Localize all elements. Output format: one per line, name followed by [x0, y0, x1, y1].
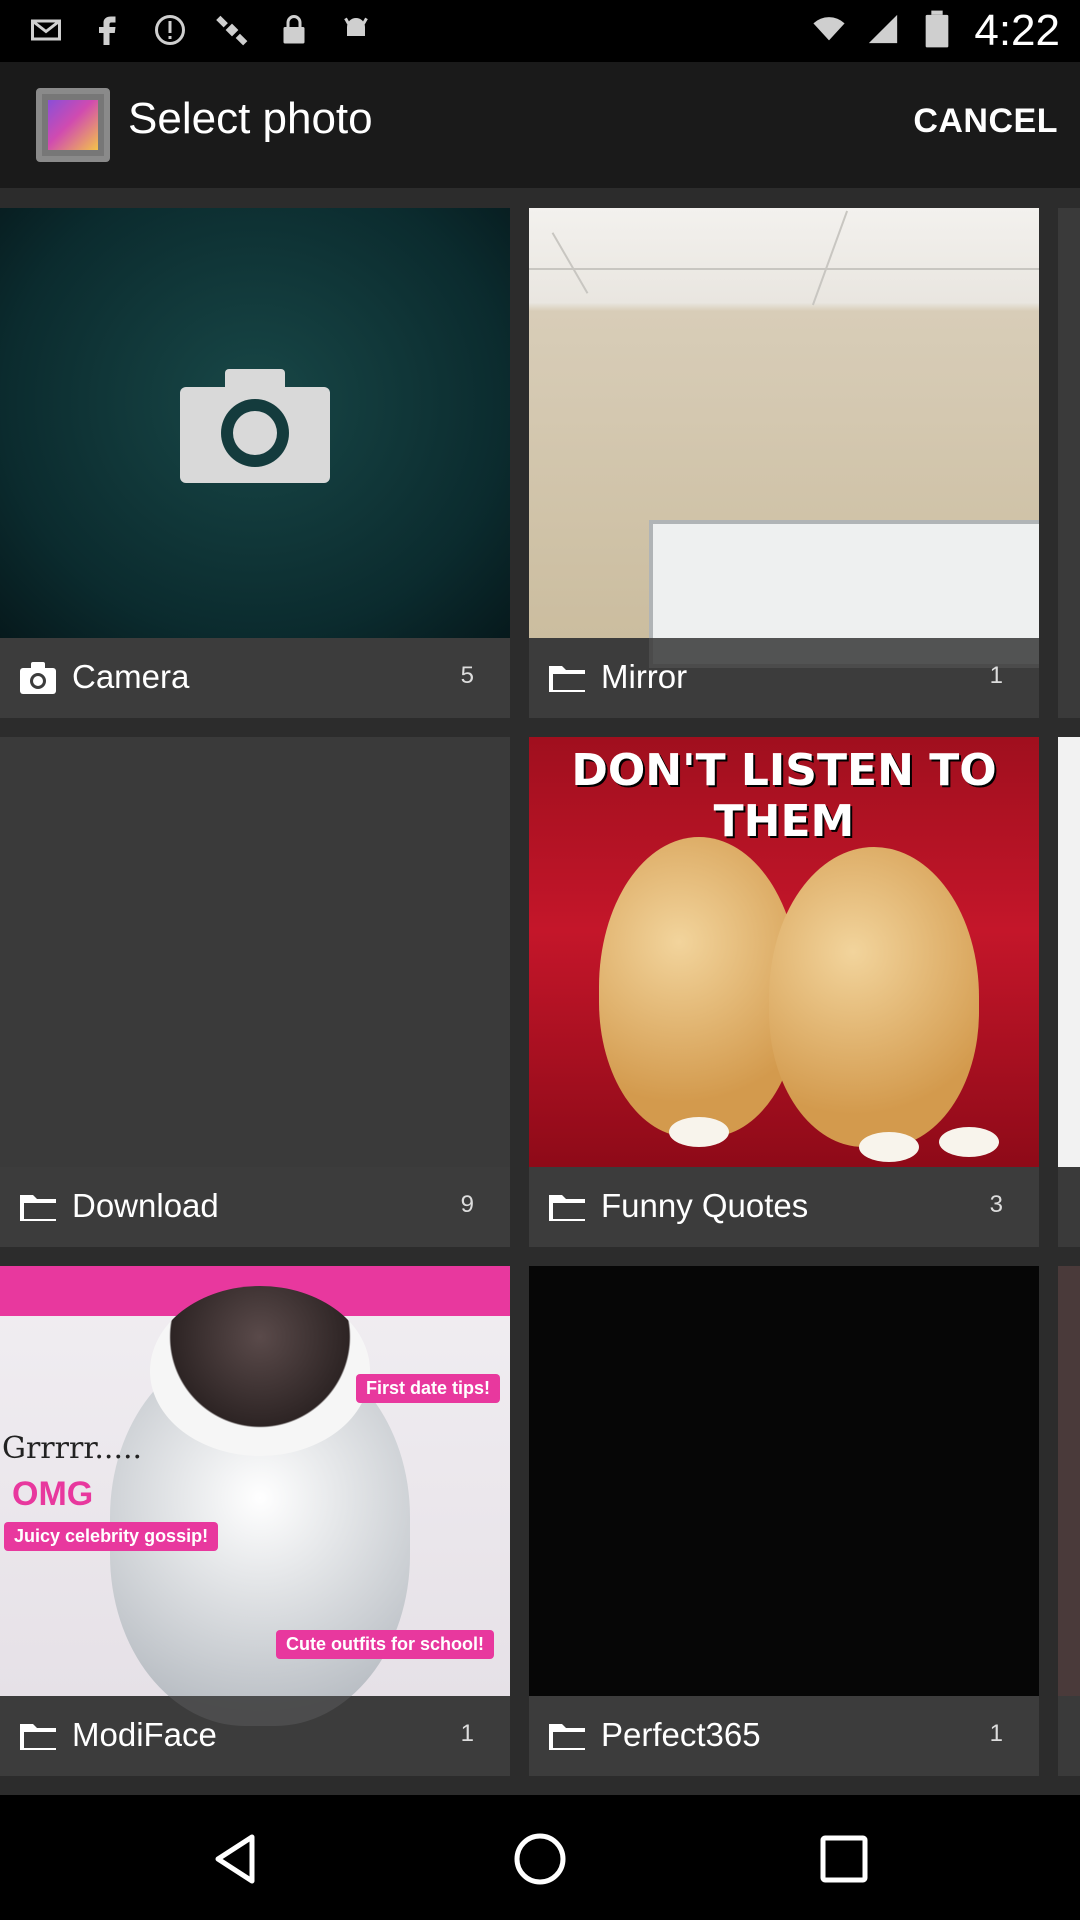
album-tile-modiface[interactable]: Grrrrr..... OMG First date tips! Juicy c… — [0, 1266, 510, 1776]
album-tile-partial[interactable] — [1058, 737, 1080, 1247]
folder-icon — [547, 660, 587, 696]
battery-icon — [920, 9, 954, 54]
album-caption: Camera 5 — [0, 638, 510, 718]
album-caption: Download 9 — [0, 1167, 510, 1247]
album-count: 3 — [989, 1191, 1003, 1218]
album-tile-funny-quotes[interactable]: DON'T LISTEN TO THEM Funny Quotes 3 — [529, 737, 1039, 1247]
thumb-text: OMG — [12, 1475, 94, 1513]
album-thumbnail: Grrrrr..... OMG First date tips! Juicy c… — [0, 1266, 510, 1726]
album-thumbnail — [0, 208, 510, 638]
album-count: 1 — [989, 1720, 1003, 1747]
facebook-icon — [90, 12, 126, 48]
album-name: ModiFace — [72, 1716, 217, 1753]
folder-icon — [18, 1718, 58, 1754]
album-tile-mirror[interactable]: Mirror 1 — [529, 208, 1039, 718]
album-thumbnail — [0, 737, 510, 1167]
recent-apps-icon[interactable] — [814, 1829, 874, 1889]
album-count: 9 — [460, 1191, 474, 1218]
navigation-bar — [0, 1795, 1080, 1920]
album-count: 5 — [460, 662, 474, 689]
wifi-icon — [812, 9, 846, 54]
page-title: Select photo — [128, 94, 373, 143]
status-bar: 4:22 — [0, 0, 1080, 62]
album-thumbnail: DON'T LISTEN TO THEM — [529, 737, 1039, 1167]
album-thumbnail — [529, 1266, 1039, 1696]
thumb-text: Grrrrr..... — [2, 1431, 143, 1466]
status-time: 4:22 — [974, 6, 1060, 55]
album-caption: Perfect365 1 — [529, 1696, 1039, 1776]
album-tile-partial[interactable] — [1058, 208, 1080, 718]
signal-icon — [866, 9, 900, 54]
album-count: 1 — [989, 662, 1003, 689]
app-bar: Select photo CANCEL — [0, 62, 1080, 188]
gallery-logo-icon — [36, 88, 110, 162]
album-thumbnail — [529, 208, 1039, 668]
android-icon — [338, 12, 374, 48]
album-caption: Mirror 1 — [529, 638, 1039, 718]
folder-icon — [547, 1718, 587, 1754]
album-grid: Camera 5 Mirror 1 Download 9 DON'T LISTE… — [0, 188, 1080, 1795]
mail-icon — [28, 12, 64, 48]
camera-icon — [18, 660, 58, 696]
lock-icon — [276, 12, 312, 48]
camera-icon — [180, 369, 330, 483]
back-icon[interactable] — [206, 1829, 266, 1889]
home-icon[interactable] — [510, 1829, 570, 1889]
folder-icon — [547, 1189, 587, 1225]
album-count: 1 — [460, 1720, 474, 1747]
thumb-text: First date tips! — [356, 1374, 501, 1403]
album-name: Download — [72, 1187, 219, 1224]
album-tile-partial[interactable] — [1058, 1266, 1080, 1776]
album-name: Mirror — [601, 658, 688, 695]
album-name: Perfect365 — [601, 1716, 761, 1753]
album-tile-download[interactable]: Download 9 — [0, 737, 510, 1247]
album-caption: Funny Quotes 3 — [529, 1167, 1039, 1247]
thumb-text: Juicy celebrity gossip! — [4, 1522, 219, 1551]
album-tile-camera[interactable]: Camera 5 — [0, 208, 510, 718]
satellite-icon — [214, 12, 250, 48]
folder-icon — [18, 1189, 58, 1225]
album-name: Camera — [72, 658, 190, 695]
album-tile-perfect365[interactable]: Perfect365 1 — [529, 1266, 1039, 1776]
album-caption: ModiFace 1 — [0, 1696, 510, 1776]
album-name: Funny Quotes — [601, 1187, 809, 1224]
alert-icon — [152, 12, 188, 48]
thumb-caption: DON'T LISTEN TO THEM — [571, 745, 997, 847]
thumb-text: Cute outfits for school! — [276, 1630, 494, 1659]
cancel-button[interactable]: CANCEL — [913, 102, 1058, 141]
